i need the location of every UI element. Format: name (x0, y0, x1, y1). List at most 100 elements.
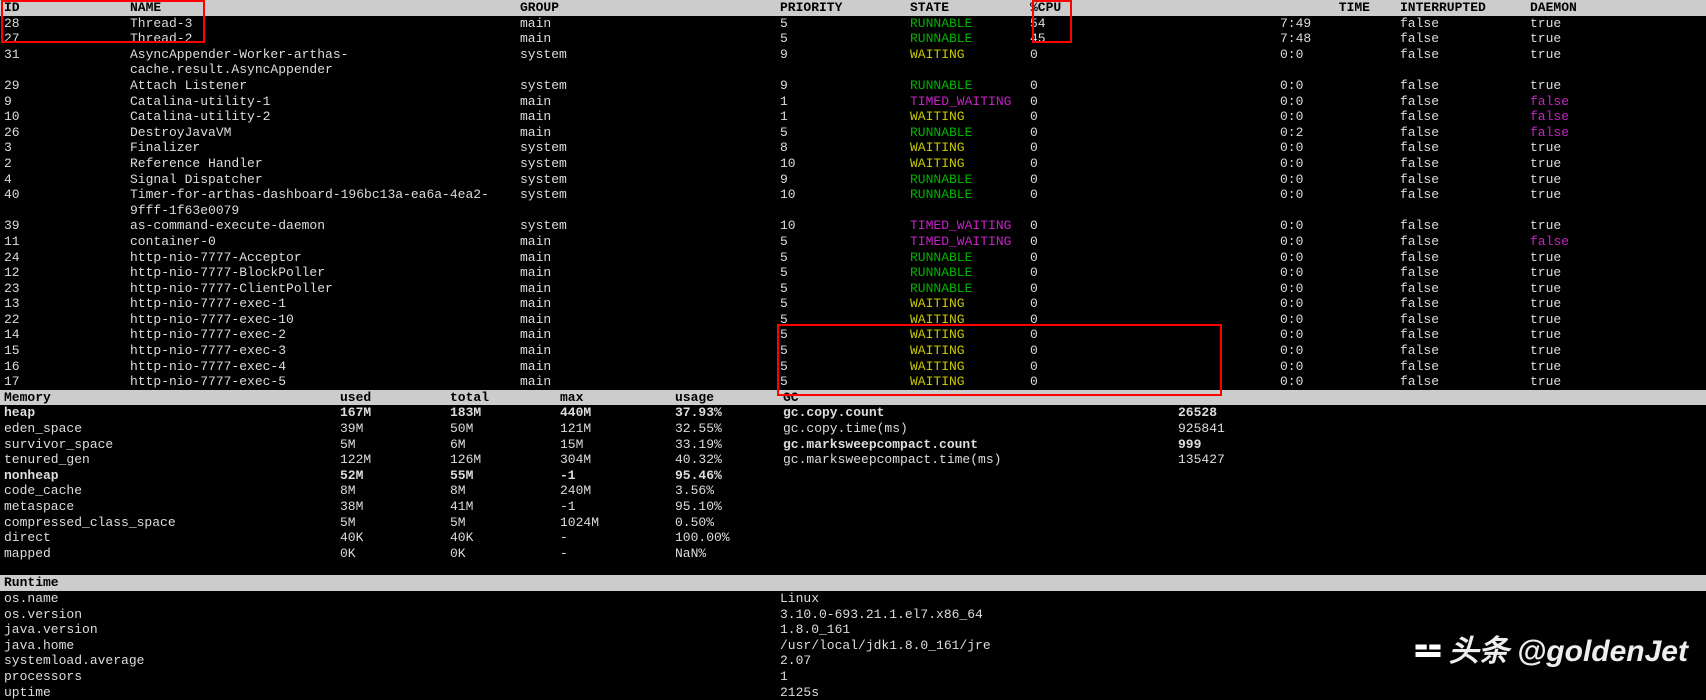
thread-id: 39 (0, 218, 130, 234)
thread-time: 0:0 (1170, 109, 1400, 125)
thread-state: RUNNABLE (910, 265, 1030, 281)
thread-name: Attach Listener (130, 78, 520, 94)
thread-daemon: true (1530, 16, 1650, 32)
runtime-header: Runtime (0, 575, 780, 591)
mem-header-usage: usage (675, 390, 783, 406)
mem-gc-row: eden_space39M50M121M32.55%gc.copy.time(m… (0, 421, 1706, 437)
thread-interrupted: false (1400, 281, 1530, 297)
thread-row: 2Reference Handlersystem10WAITING00:0fal… (0, 156, 1706, 172)
thread-time: 0:0 (1170, 327, 1400, 343)
thread-group: main (520, 250, 780, 266)
thread-daemon: true (1530, 359, 1650, 375)
thread-priority: 1 (780, 94, 910, 110)
thread-group: main (520, 343, 780, 359)
mem-max: 121M (560, 421, 675, 437)
thread-time: 0:0 (1170, 156, 1400, 172)
mem-usage: 3.56% (675, 483, 783, 499)
thread-row: 29Attach Listenersystem9RUNNABLE00:0fals… (0, 78, 1706, 94)
thread-cpu: 0 (1030, 156, 1170, 172)
gc-label: gc.copy.time(ms) (783, 421, 1178, 437)
thread-state: WAITING (910, 312, 1030, 328)
thread-group: system (520, 156, 780, 172)
gc-value: 999 (1178, 437, 1378, 453)
thread-cpu: 0 (1030, 140, 1170, 156)
mem-usage: 32.55% (675, 421, 783, 437)
thread-priority: 5 (780, 250, 910, 266)
mem-gc-header-row: Memory used total max usage GC (0, 390, 1706, 406)
thread-group: main (520, 374, 780, 390)
thread-row: 3Finalizersystem8WAITING00:0falsetrue (0, 140, 1706, 156)
thread-daemon: true (1530, 218, 1650, 234)
thread-group: main (520, 296, 780, 312)
thread-daemon: true (1530, 78, 1650, 94)
thread-time: 0:0 (1170, 140, 1400, 156)
thread-time: 0:0 (1170, 187, 1400, 218)
thread-priority: 5 (780, 265, 910, 281)
thread-interrupted: false (1400, 94, 1530, 110)
thread-name: http-nio-7777-exec-4 (130, 359, 520, 375)
col-header-cpu: %CPU (1030, 0, 1170, 16)
thread-cpu: 54 (1030, 16, 1170, 32)
thread-state: WAITING (910, 109, 1030, 125)
mem-used: 52M (340, 468, 450, 484)
thread-state: WAITING (910, 296, 1030, 312)
runtime-value: 2125s (780, 685, 1706, 700)
thread-group: system (520, 218, 780, 234)
thread-cpu: 0 (1030, 312, 1170, 328)
thread-cpu: 0 (1030, 109, 1170, 125)
thread-interrupted: false (1400, 172, 1530, 188)
gc-value: 925841 (1178, 421, 1378, 437)
mem-gc-row: direct40K40K-100.00% (0, 530, 1706, 546)
col-header-interrupted: INTERRUPTED (1400, 0, 1530, 16)
thread-id: 11 (0, 234, 130, 250)
thread-cpu: 0 (1030, 296, 1170, 312)
thread-id: 2 (0, 156, 130, 172)
thread-priority: 5 (780, 125, 910, 141)
thread-name: as-command-execute-daemon (130, 218, 520, 234)
threads-header-row: ID NAME GROUP PRIORITY STATE %CPU TIME I… (0, 0, 1706, 16)
thread-group: system (520, 47, 780, 78)
mem-max: 440M (560, 405, 675, 421)
thread-name: Signal Dispatcher (130, 172, 520, 188)
mem-usage: 37.93% (675, 405, 783, 421)
thread-row: 9Catalina-utility-1main1TIMED_WAITING00:… (0, 94, 1706, 110)
thread-daemon: true (1530, 156, 1650, 172)
mem-gc-row: nonheap52M55M-195.46% (0, 468, 1706, 484)
thread-interrupted: false (1400, 16, 1530, 32)
mem-usage: 95.46% (675, 468, 783, 484)
runtime-key: os.name (0, 591, 780, 607)
mem-usage: 95.10% (675, 499, 783, 515)
thread-name: http-nio-7777-Acceptor (130, 250, 520, 266)
thread-daemon: true (1530, 343, 1650, 359)
thread-group: main (520, 281, 780, 297)
thread-priority: 5 (780, 281, 910, 297)
thread-state: WAITING (910, 359, 1030, 375)
thread-priority: 9 (780, 172, 910, 188)
thread-row: 4Signal Dispatchersystem9RUNNABLE00:0fal… (0, 172, 1706, 188)
thread-state: WAITING (910, 140, 1030, 156)
thread-interrupted: false (1400, 47, 1530, 78)
thread-daemon: false (1530, 94, 1650, 110)
thread-group: system (520, 140, 780, 156)
mem-gc-row: survivor_space5M6M15M33.19%gc.marksweepc… (0, 437, 1706, 453)
mem-max: 304M (560, 452, 675, 468)
thread-time: 7:49 (1170, 16, 1400, 32)
thread-priority: 5 (780, 16, 910, 32)
thread-row: 24http-nio-7777-Acceptormain5RUNNABLE00:… (0, 250, 1706, 266)
thread-daemon: false (1530, 125, 1650, 141)
thread-name: Reference Handler (130, 156, 520, 172)
mem-used: 122M (340, 452, 450, 468)
mem-max: 1024M (560, 515, 675, 531)
thread-cpu: 0 (1030, 327, 1170, 343)
thread-priority: 8 (780, 140, 910, 156)
thread-id: 10 (0, 109, 130, 125)
thread-cpu: 0 (1030, 281, 1170, 297)
thread-group: system (520, 187, 780, 218)
thread-name: Thread-3 (130, 16, 520, 32)
thread-row: 14http-nio-7777-exec-2main5WAITING00:0fa… (0, 327, 1706, 343)
mem-max: -1 (560, 499, 675, 515)
thread-cpu: 0 (1030, 265, 1170, 281)
gc-label: gc.copy.count (783, 405, 1178, 421)
mem-used: 5M (340, 515, 450, 531)
thread-state: RUNNABLE (910, 172, 1030, 188)
